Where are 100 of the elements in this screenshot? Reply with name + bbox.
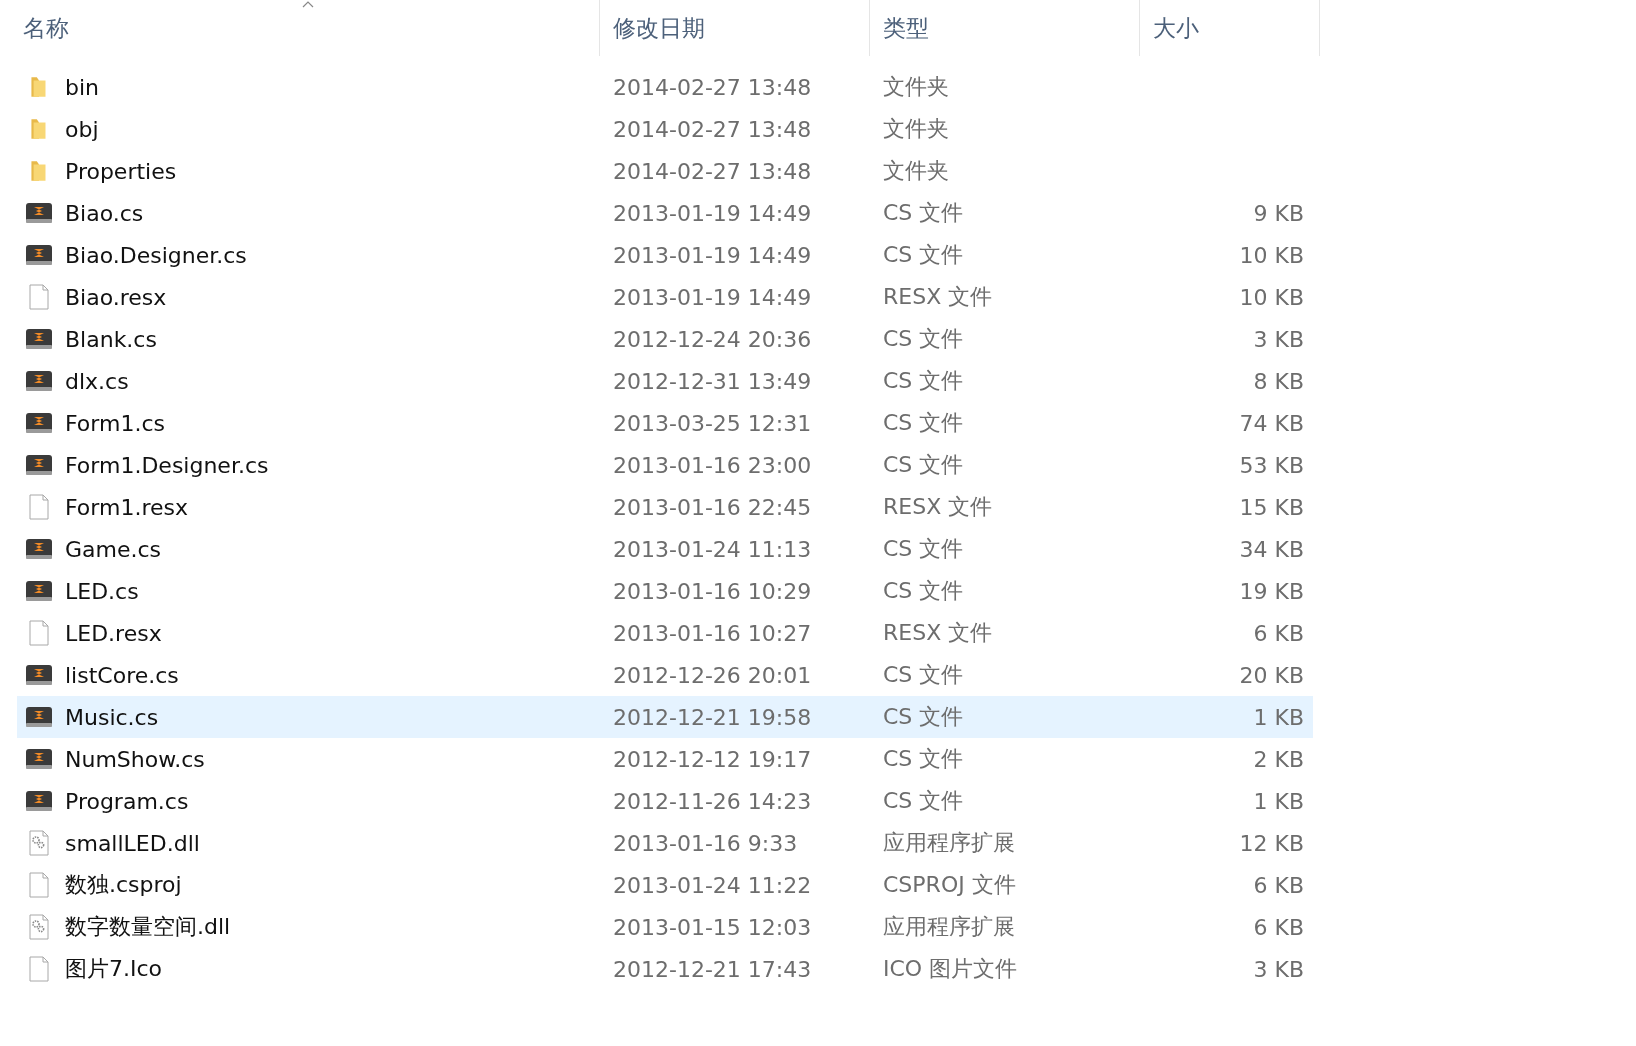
- file-type: CSPROJ 文件: [883, 871, 1016, 899]
- file-name: Biao.resx: [65, 284, 167, 310]
- file-size: 12 KB: [1239, 830, 1304, 856]
- file-size: 1 KB: [1253, 788, 1304, 814]
- file-name: 图片7.Ico: [65, 955, 163, 983]
- file-row[interactable]: bin 2014-02-27 13:48 文件夹: [17, 66, 1313, 108]
- file-size: 10 KB: [1239, 242, 1304, 268]
- file-name: LED.resx: [65, 620, 162, 646]
- file-name: dlx.cs: [65, 368, 129, 394]
- file-type: ICO 图片文件: [883, 955, 1018, 983]
- file-row[interactable]: smallLED.dll 2013-01-16 9:33 应用程序扩展 12 KB: [17, 822, 1313, 864]
- file-name: Game.cs: [65, 536, 162, 562]
- file-name: listCore.cs: [65, 662, 179, 688]
- file-name: Biao.cs: [65, 200, 144, 226]
- file-row[interactable]: Form1.cs 2013-03-25 12:31 CS 文件 74 KB: [17, 402, 1313, 444]
- file-type: 文件夹: [883, 73, 949, 101]
- modified-date: 2012-12-24 20:36: [613, 326, 812, 352]
- file-row[interactable]: Biao.Designer.cs 2013-01-19 14:49 CS 文件 10 KB: [17, 234, 1313, 276]
- file-name: Biao.Designer.cs: [65, 242, 247, 268]
- modified-date: 2012-12-31 13:49: [613, 368, 812, 394]
- file-row[interactable]: Music.cs 2012-12-21 19:58 CS 文件 1 KB: [17, 696, 1313, 738]
- file-row[interactable]: LED.cs 2013-01-16 10:29 CS 文件 19 KB: [17, 570, 1313, 612]
- file-name: obj: [65, 116, 99, 142]
- file-size: 8 KB: [1253, 368, 1304, 394]
- file-name: Form1.resx: [65, 494, 188, 520]
- modified-date: 2012-12-26 20:01: [613, 662, 812, 688]
- file-type: RESX 文件: [883, 493, 993, 521]
- file-type: CS 文件: [883, 703, 964, 731]
- modified-date: 2013-01-16 22:45: [613, 494, 812, 520]
- file-type: CS 文件: [883, 451, 964, 479]
- file-type: CS 文件: [883, 661, 964, 689]
- file-type: CS 文件: [883, 325, 964, 353]
- modified-date: 2013-01-15 12:03: [613, 914, 812, 940]
- file-type: CS 文件: [883, 577, 964, 605]
- file-name: Blank.cs: [65, 326, 157, 352]
- file-type: RESX 文件: [883, 283, 993, 311]
- file-size: 20 KB: [1239, 662, 1304, 688]
- file-row[interactable]: Game.cs 2013-01-24 11:13 CS 文件 34 KB: [17, 528, 1313, 570]
- file-size: 19 KB: [1239, 578, 1304, 604]
- file-row[interactable]: 数字数量空间.dll 2013-01-15 12:03 应用程序扩展 6 KB: [17, 906, 1313, 948]
- file-size: 6 KB: [1253, 620, 1304, 646]
- file-size: 15 KB: [1239, 494, 1304, 520]
- file-size: 3 KB: [1253, 326, 1304, 352]
- file-name: Form1.cs: [65, 410, 165, 436]
- modified-date: 2012-12-21 19:58: [613, 704, 812, 730]
- file-name: NumShow.cs: [65, 746, 205, 772]
- file-row[interactable]: Form1.resx 2013-01-16 22:45 RESX 文件 15 KB: [17, 486, 1313, 528]
- file-type: CS 文件: [883, 745, 964, 773]
- file-name: smallLED.dll: [65, 830, 200, 856]
- modified-date: 2013-01-16 10:29: [613, 578, 812, 604]
- file-type: 应用程序扩展: [883, 829, 1015, 857]
- modified-date: 2013-01-19 14:49: [613, 200, 812, 226]
- file-name: 数独.csproj: [65, 871, 182, 899]
- file-row[interactable]: LED.resx 2013-01-16 10:27 RESX 文件 6 KB: [17, 612, 1313, 654]
- file-type: 应用程序扩展: [883, 913, 1015, 941]
- file-row[interactable]: 图片7.Ico 2012-12-21 17:43 ICO 图片文件 3 KB: [17, 948, 1313, 990]
- file-name: bin: [65, 74, 100, 100]
- file-type: CS 文件: [883, 409, 964, 437]
- file-size: 3 KB: [1253, 956, 1304, 982]
- file-type: 文件夹: [883, 157, 949, 185]
- file-row[interactable]: NumShow.cs 2012-12-12 19:17 CS 文件 2 KB: [17, 738, 1313, 780]
- file-size: 74 KB: [1239, 410, 1304, 436]
- file-row[interactable]: Blank.cs 2012-12-24 20:36 CS 文件 3 KB: [17, 318, 1313, 360]
- file-type: CS 文件: [883, 199, 964, 227]
- modified-date: 2012-12-12 19:17: [613, 746, 812, 772]
- file-row[interactable]: Program.cs 2012-11-26 14:23 CS 文件 1 KB: [17, 780, 1313, 822]
- file-size: 1 KB: [1253, 704, 1304, 730]
- file-row[interactable]: Biao.resx 2013-01-19 14:49 RESX 文件 10 KB: [17, 276, 1313, 318]
- modified-date: 2014-02-27 13:48: [613, 158, 812, 184]
- file-row[interactable]: Biao.cs 2013-01-19 14:49 CS 文件 9 KB: [17, 192, 1313, 234]
- file-row[interactable]: Form1.Designer.cs 2013-01-16 23:00 CS 文件 53 KB: [17, 444, 1313, 486]
- file-type: CS 文件: [883, 241, 964, 269]
- file-type: CS 文件: [883, 367, 964, 395]
- file-size: 6 KB: [1253, 872, 1304, 898]
- modified-date: 2013-03-25 12:31: [613, 410, 812, 436]
- modified-date: 2012-11-26 14:23: [613, 788, 812, 814]
- file-size: 6 KB: [1253, 914, 1304, 940]
- file-row[interactable]: Properties 2014-02-27 13:48 文件夹: [17, 150, 1313, 192]
- file-row[interactable]: 数独.csproj 2013-01-24 11:22 CSPROJ 文件 6 KB: [17, 864, 1313, 906]
- modified-date: 2012-12-21 17:43: [613, 956, 812, 982]
- file-size: 34 KB: [1239, 536, 1304, 562]
- file-name: Music.cs: [65, 704, 159, 730]
- file-row[interactable]: obj 2014-02-27 13:48 文件夹: [17, 108, 1313, 150]
- file-size: 9 KB: [1253, 200, 1304, 226]
- file-size: 53 KB: [1239, 452, 1304, 478]
- modified-date: 2013-01-16 23:00: [613, 452, 812, 478]
- file-row[interactable]: listCore.cs 2012-12-26 20:01 CS 文件 20 KB: [17, 654, 1313, 696]
- sort-ascending-icon: [302, 0, 314, 7]
- file-type: CS 文件: [883, 535, 964, 563]
- file-name: Program.cs: [65, 788, 189, 814]
- file-type: CS 文件: [883, 787, 964, 815]
- file-name: 数字数量空间.dll: [65, 913, 231, 941]
- file-name: Properties: [65, 158, 177, 184]
- modified-date: 2013-01-19 14:49: [613, 284, 812, 310]
- file-size: 2 KB: [1253, 746, 1304, 772]
- file-row[interactable]: dlx.cs 2012-12-31 13:49 CS 文件 8 KB: [17, 360, 1313, 402]
- modified-date: 2014-02-27 13:48: [613, 74, 812, 100]
- file-type: 文件夹: [883, 115, 949, 143]
- modified-date: 2013-01-24 11:13: [613, 536, 812, 562]
- modified-date: 2014-02-27 13:48: [613, 116, 812, 142]
